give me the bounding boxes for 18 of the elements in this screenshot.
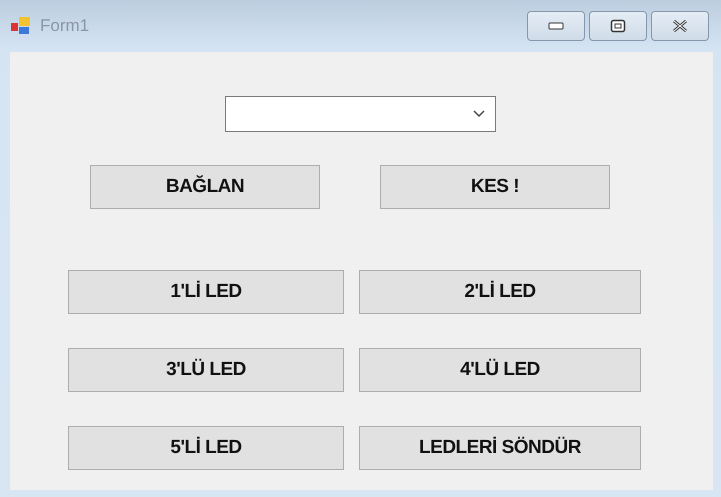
led-button[interactable]: 2'Lİ LED [359, 270, 641, 314]
minimize-icon [548, 22, 564, 30]
port-dropdown[interactable] [225, 96, 496, 132]
led-button[interactable]: 1'Lİ LED [68, 270, 344, 314]
connection-button[interactable]: KES ! [380, 165, 610, 209]
close-button[interactable] [651, 11, 709, 41]
window-title: Form1 [40, 15, 90, 38]
maximize-icon [610, 19, 626, 33]
led-button[interactable]: LEDLERİ SÖNDÜR [359, 426, 641, 470]
led-button[interactable]: 5'Lİ LED [68, 426, 344, 470]
minimize-button[interactable] [527, 11, 585, 41]
close-icon [671, 19, 689, 33]
led-button[interactable]: 3'LÜ LED [68, 348, 344, 392]
connection-button[interactable]: BAĞLAN [90, 165, 320, 209]
led-button[interactable]: 4'LÜ LED [359, 348, 641, 392]
app-icon [10, 16, 32, 36]
maximize-button[interactable] [589, 11, 647, 41]
chevron-down-icon [473, 110, 485, 118]
